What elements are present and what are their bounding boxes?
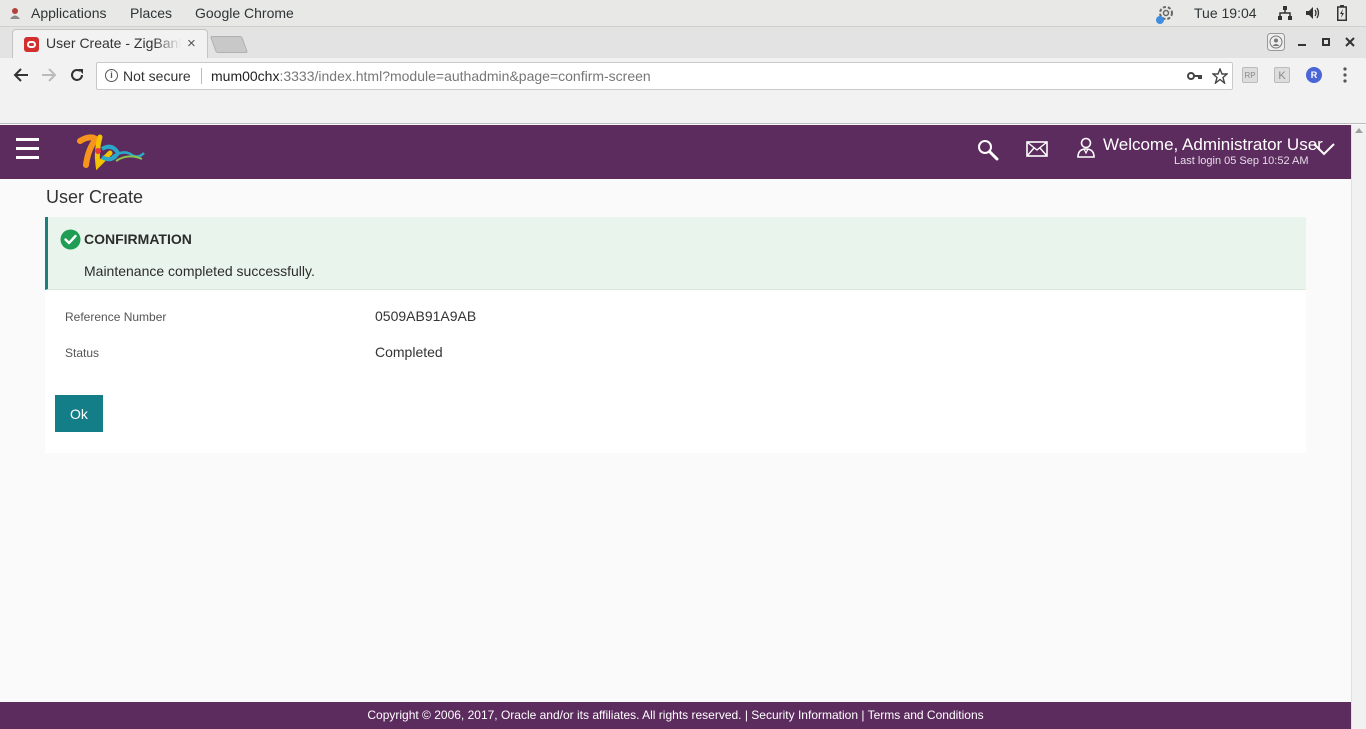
extension-rp-icon[interactable]: RP bbox=[1242, 67, 1258, 83]
info-icon[interactable]: i bbox=[105, 69, 118, 82]
security-indicator[interactable]: Not secure bbox=[123, 68, 191, 84]
search-icon[interactable] bbox=[977, 139, 999, 161]
forward-icon[interactable] bbox=[41, 67, 57, 83]
page-title: User Create bbox=[46, 187, 144, 207]
url-text: mum00chx:3333/index.html?module=authadmi… bbox=[211, 68, 651, 84]
close-window-icon[interactable] bbox=[1345, 37, 1355, 47]
extension-k-icon[interactable]: K bbox=[1274, 67, 1290, 83]
browser-tab[interactable]: User Create - ZigBank × bbox=[12, 29, 208, 58]
profile-icon[interactable] bbox=[1267, 33, 1285, 51]
footer: Copyright © 2006, 2017, Oracle and/or it… bbox=[0, 702, 1351, 729]
clock[interactable]: Tue 19:04 bbox=[1194, 5, 1257, 21]
url-host: mum00chx bbox=[211, 68, 280, 84]
address-bar[interactable]: i Not secure mum00chx:3333/index.html?mo… bbox=[96, 62, 1233, 90]
app-header: Welcome, Administrator User Last login 0… bbox=[0, 125, 1351, 179]
applications-icon bbox=[10, 8, 20, 19]
back-icon[interactable] bbox=[13, 67, 29, 83]
accessibility-gear-icon[interactable] bbox=[1154, 3, 1178, 25]
chrome-menu-icon[interactable] bbox=[1343, 67, 1347, 83]
scroll-up-arrow-icon[interactable] bbox=[1355, 128, 1363, 133]
chevron-down-icon[interactable] bbox=[1313, 142, 1335, 156]
alert-message: Maintenance completed successfully. bbox=[84, 263, 315, 279]
battery-icon[interactable] bbox=[1337, 5, 1347, 21]
status-label: Status bbox=[65, 346, 100, 360]
user-icon[interactable] bbox=[1076, 137, 1096, 159]
oracle-favicon-icon bbox=[24, 37, 39, 52]
browser-tabstrip: User Create - ZigBank × bbox=[0, 27, 1366, 58]
confirmation-card: CONFIRMATION Maintenance completed succe… bbox=[45, 217, 1306, 453]
url-path: :3333/index.html?module=authadmin&page=c… bbox=[279, 68, 651, 84]
mail-icon[interactable] bbox=[1026, 141, 1048, 157]
browser-toolbar: i Not secure mum00chx:3333/index.html?mo… bbox=[0, 58, 1366, 94]
volume-icon[interactable] bbox=[1305, 6, 1321, 20]
extension-r-icon[interactable]: R bbox=[1306, 67, 1322, 83]
status-value: Completed bbox=[375, 344, 443, 360]
ok-button[interactable]: Ok bbox=[55, 395, 103, 432]
omnibox-divider bbox=[201, 68, 202, 84]
reference-number-label: Reference Number bbox=[65, 310, 167, 324]
confirmation-alert: CONFIRMATION Maintenance completed succe… bbox=[45, 217, 1306, 290]
welcome-message[interactable]: Welcome, Administrator User bbox=[1103, 135, 1323, 155]
app-menu-chrome[interactable]: Google Chrome bbox=[195, 5, 294, 21]
hamburger-menu-icon[interactable] bbox=[16, 138, 39, 159]
reference-number-value: 0509AB91A9AB bbox=[375, 308, 477, 324]
page-scrollbar[interactable] bbox=[1351, 125, 1366, 729]
places-menu[interactable]: Places bbox=[130, 5, 172, 21]
maximize-icon[interactable] bbox=[1321, 37, 1331, 47]
applications-menu[interactable]: Applications bbox=[31, 5, 107, 21]
reload-icon[interactable] bbox=[69, 67, 85, 83]
success-check-icon bbox=[60, 229, 81, 250]
last-login: Last login 05 Sep 10:52 AM bbox=[1174, 155, 1309, 167]
tab-title: User Create - ZigBank bbox=[46, 35, 181, 51]
bookmark-star-icon[interactable] bbox=[1212, 68, 1228, 84]
close-tab-icon[interactable]: × bbox=[187, 35, 196, 52]
network-icon[interactable] bbox=[1278, 6, 1292, 20]
alert-title: CONFIRMATION bbox=[84, 231, 192, 247]
new-tab-button[interactable] bbox=[209, 36, 249, 53]
key-icon[interactable] bbox=[1187, 71, 1203, 81]
os-top-bar: Applications Places Google Chrome Tue 19… bbox=[0, 0, 1366, 27]
zigbank-logo[interactable] bbox=[76, 131, 146, 171]
minimize-icon[interactable] bbox=[1297, 37, 1307, 47]
bookmarks-bar-area bbox=[0, 94, 1366, 124]
